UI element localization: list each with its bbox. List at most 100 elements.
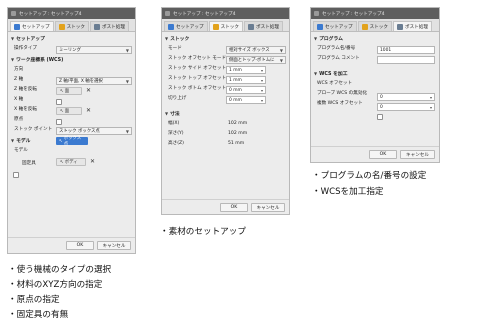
stock-point-selector[interactable]: ↖ ボックス点 bbox=[56, 136, 88, 147]
wcs-offset-input[interactable]: 0 ▾ bbox=[377, 93, 435, 101]
dialog-icon bbox=[314, 11, 319, 16]
dialog-titlebar: セットアップ : セットアップ4 bbox=[162, 8, 289, 19]
dialog-titlebar: セットアップ : セットアップ4 bbox=[311, 8, 439, 19]
wcs-offset-row: WCS オフセット bbox=[317, 81, 353, 86]
ok-button[interactable]: OK bbox=[66, 241, 94, 250]
collapse-caret-icon: ▼ bbox=[314, 36, 318, 41]
collapse-caret-icon: ▼ bbox=[165, 111, 169, 116]
section-program[interactable]: ▼ プログラム bbox=[311, 34, 439, 43]
operation-type-select[interactable]: ミーリング ▼ bbox=[56, 46, 132, 54]
program-caption-2: ・WCSを加工指定 bbox=[312, 187, 384, 197]
tab-strip: セットアップ ストック ポスト処理 bbox=[311, 19, 439, 32]
program-comment-input[interactable] bbox=[377, 56, 435, 64]
chevron-down-icon: ▼ bbox=[125, 79, 129, 84]
offset-mode-select[interactable]: 側面とトップ-ボトムに ▼ bbox=[226, 56, 286, 64]
tab-strip: セットアップ ストック ポスト処理 bbox=[162, 19, 289, 32]
mode-select[interactable]: 相対サイズ ボックス ▼ bbox=[226, 46, 286, 54]
pointer-icon: ↖ bbox=[60, 108, 64, 114]
post-process-icon bbox=[93, 23, 100, 30]
dialog-icon bbox=[165, 11, 170, 16]
ok-button[interactable]: OK bbox=[369, 150, 397, 159]
clear-selection-icon[interactable]: ✕ bbox=[90, 158, 95, 165]
section-wcs[interactable]: ▼ ワーク座標系 (WCS) bbox=[8, 55, 135, 64]
spinner-icon: ▾ bbox=[260, 78, 263, 83]
footer-divider bbox=[8, 237, 135, 238]
dialog-icon bbox=[11, 11, 16, 16]
spinner-icon: ▾ bbox=[429, 105, 432, 110]
cancel-button[interactable]: キャンセル bbox=[400, 150, 435, 159]
tab-stock[interactable]: ストック bbox=[357, 21, 392, 31]
tab-setup[interactable]: セットアップ bbox=[164, 21, 208, 31]
setup-icon bbox=[14, 23, 20, 30]
section-stock[interactable]: ▼ ストック bbox=[162, 34, 289, 43]
chevron-down-icon: ▼ bbox=[279, 48, 283, 53]
multi-wcs-checkbox[interactable] bbox=[377, 114, 383, 120]
x-axis-row: X 軸 bbox=[14, 97, 24, 102]
roundup-input[interactable]: 0 mm ▾ bbox=[226, 96, 266, 104]
z-axis-selector[interactable]: ↖ 面 bbox=[56, 87, 82, 95]
pointer-icon: ↖ bbox=[60, 159, 64, 165]
post-process-icon bbox=[396, 23, 403, 30]
z-flip-checkbox[interactable] bbox=[56, 99, 62, 105]
tab-post-process[interactable]: ポスト処理 bbox=[392, 21, 432, 31]
collapse-caret-icon: ▼ bbox=[11, 36, 15, 41]
footer-divider bbox=[311, 146, 439, 147]
setup-dialog-setup-tab: セットアップ : セットアップ4 セットアップ ストック ポスト処理 ▼ セットア… bbox=[7, 7, 136, 254]
section-setup[interactable]: ▼ セットアップ bbox=[8, 34, 135, 43]
collapse-caret-icon: ▼ bbox=[165, 36, 169, 41]
tab-stock[interactable]: ストック bbox=[208, 21, 243, 31]
setup-dialog-stock-tab: セットアップ : セットアップ4 セットアップ ストック ポスト処理 ▼ ストック… bbox=[161, 7, 290, 215]
height-row: 高さ(Z) 51 mm bbox=[168, 140, 245, 147]
top-offset-input[interactable]: 1 mm ▾ bbox=[226, 76, 266, 84]
model-selector[interactable]: ↖ ボディ bbox=[56, 158, 86, 166]
chevron-down-icon: ▼ bbox=[279, 58, 283, 63]
collapse-caret-icon: ▼ bbox=[11, 138, 15, 143]
chevron-down-icon: ▼ bbox=[125, 129, 129, 134]
chevron-down-icon: ▼ bbox=[125, 48, 129, 53]
setup-dialog-post-tab: セットアップ : セットアップ4 セットアップ ストック ポスト処理 ▼ プログラ… bbox=[310, 7, 440, 163]
tab-setup[interactable]: セットアップ bbox=[313, 21, 357, 31]
section-dimensions[interactable]: ▼ 寸法 bbox=[162, 109, 289, 118]
origin-select[interactable]: ストック ボックス点 ▼ bbox=[56, 127, 132, 135]
bottom-offset-input[interactable]: 0 mm ▾ bbox=[226, 86, 266, 94]
setup-caption-3: ・原点の指定 bbox=[8, 295, 60, 305]
stock-icon bbox=[58, 23, 65, 30]
program-name-input[interactable]: 1001 bbox=[377, 46, 435, 54]
side-offset-input[interactable]: 1 mm ▾ bbox=[226, 66, 266, 74]
x-axis-selector[interactable]: ↖ 面 bbox=[56, 107, 82, 115]
spinner-icon: ▾ bbox=[260, 88, 263, 93]
fixture-checkbox[interactable] bbox=[13, 172, 19, 178]
cancel-button[interactable]: キャンセル bbox=[251, 203, 285, 212]
width-row: 幅(X) 102 mm bbox=[168, 120, 248, 127]
spinner-icon: ▾ bbox=[429, 95, 432, 100]
tab-post-process[interactable]: ポスト処理 bbox=[89, 21, 129, 31]
origin-row: 原点 bbox=[14, 117, 24, 122]
tab-post-process[interactable]: ポスト処理 bbox=[243, 21, 283, 31]
orientation-row: 方向 bbox=[14, 67, 24, 72]
dialog-titlebar: セットアップ : セットアップ4 bbox=[8, 8, 135, 19]
collapse-caret-icon: ▼ bbox=[11, 57, 15, 62]
cancel-button[interactable]: キャンセル bbox=[97, 241, 131, 250]
setup-caption-2: ・材料のXYZ方向の指定 bbox=[8, 280, 103, 290]
setup-icon bbox=[168, 23, 174, 30]
dialog-title: セットアップ : セットアップ4 bbox=[173, 11, 236, 17]
spinner-icon: ▾ bbox=[260, 98, 263, 103]
pointer-icon: ↖ bbox=[59, 138, 63, 144]
x-flip-checkbox[interactable] bbox=[56, 119, 62, 125]
setup-caption-4: ・固定具の有無 bbox=[8, 310, 69, 320]
ok-button[interactable]: OK bbox=[220, 203, 248, 212]
clear-selection-icon[interactable]: ✕ bbox=[86, 87, 91, 94]
section-machine-wcs[interactable]: ▼ WCS を加工 bbox=[311, 69, 439, 78]
stock-icon bbox=[361, 23, 368, 30]
pointer-icon: ↖ bbox=[60, 88, 64, 94]
setup-icon bbox=[317, 23, 323, 30]
tab-setup[interactable]: セットアップ bbox=[10, 21, 54, 31]
orientation-select[interactable]: Z 軸/平面, X 軸を選択 ▼ bbox=[56, 77, 132, 85]
setup-caption-1: ・使う機械のタイプの選択 bbox=[8, 265, 112, 275]
footer-divider bbox=[162, 199, 289, 200]
probe-input[interactable]: 0 ▾ bbox=[377, 103, 435, 111]
stock-icon bbox=[212, 23, 219, 30]
clear-selection-icon[interactable]: ✕ bbox=[86, 107, 91, 114]
tab-strip: セットアップ ストック ポスト処理 bbox=[8, 19, 135, 32]
tab-stock[interactable]: ストック bbox=[54, 21, 89, 31]
